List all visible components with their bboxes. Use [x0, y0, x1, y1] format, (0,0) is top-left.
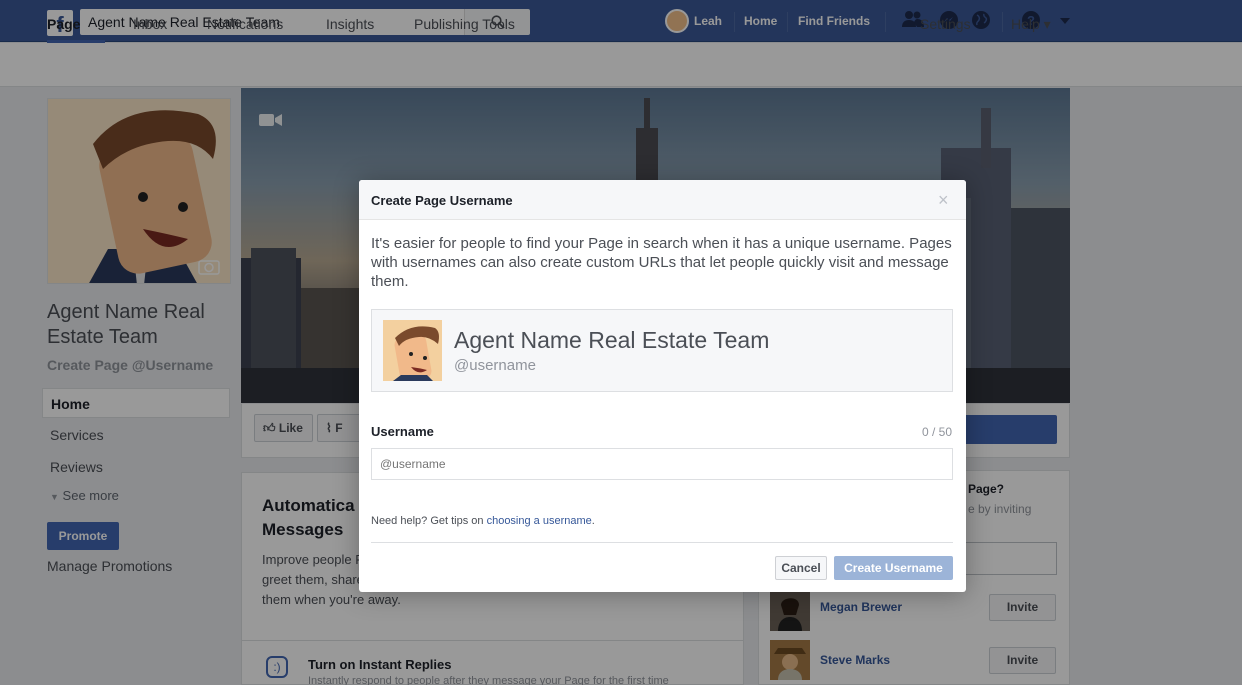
- preview-avatar: [383, 320, 442, 381]
- help-prefix: Need help? Get tips on: [371, 515, 487, 527]
- cancel-button[interactable]: Cancel: [775, 556, 827, 580]
- username-input[interactable]: [371, 448, 953, 480]
- choosing-username-link[interactable]: choosing a username: [487, 515, 592, 527]
- help-suffix: .: [591, 515, 595, 527]
- dialog-description: It's easier for people to find your Page…: [371, 235, 952, 290]
- preview-username: @username: [454, 357, 536, 374]
- dialog-title: Create Page Username: [371, 193, 513, 208]
- character-counter: 0 / 50: [922, 425, 953, 439]
- help-text: Need help? Get tips on choosing a userna…: [371, 515, 595, 527]
- close-icon[interactable]: ×: [938, 190, 949, 211]
- divider: [371, 542, 953, 543]
- username-label: Username: [371, 424, 434, 439]
- preview-page-name: Agent Name Real Estate Team: [454, 327, 770, 353]
- create-username-button[interactable]: Create Username: [834, 556, 953, 580]
